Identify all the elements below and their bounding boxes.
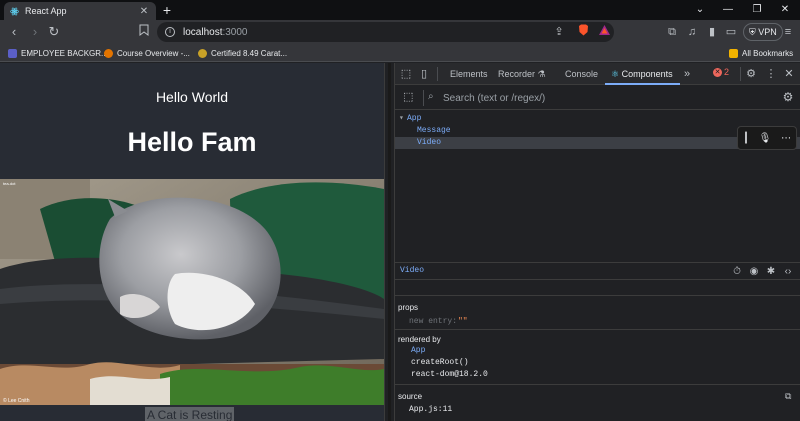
close-devtools-icon[interactable]: ✕ — [782, 66, 796, 82]
error-count-badge[interactable]: ✕ 2 — [713, 67, 729, 77]
bookmark-favicon-icon — [8, 48, 17, 58]
devtools-splitter[interactable] — [384, 63, 395, 421]
bookmark-favicon-icon — [104, 48, 113, 58]
view-source-icon[interactable]: ‹› — [781, 265, 795, 279]
shield-icon: ⛨ — [749, 27, 759, 37]
image-caption: A Cat is Resting — [145, 407, 235, 421]
rendered-by-section: rendered by App createRoot() react-dom@1… — [395, 331, 800, 385]
tab-console[interactable]: Console — [565, 63, 598, 85]
close-icon[interactable]: ✕ — [775, 2, 795, 18]
search-input[interactable] — [443, 89, 763, 107]
tab-title: React App — [25, 6, 67, 16]
bookmark-item[interactable]: EMPLOYEE BACKGR... — [8, 46, 108, 60]
copy-icon[interactable]: ⧉ — [785, 391, 795, 401]
bookmark-favicon-icon — [198, 48, 207, 58]
bookmarks-bar: EMPLOYEE BACKGR... Course Overview -... … — [0, 44, 800, 62]
reload-icon[interactable]: ↻ — [46, 24, 62, 40]
minimize-icon[interactable]: — — [718, 2, 738, 18]
floating-toolbar: ┃ 🎙 ⋯ — [737, 126, 797, 150]
props-section: props new entry: "" — [395, 297, 800, 330]
photo-credit-top: tea-dot — [3, 181, 16, 186]
select-element-icon[interactable]: ⬚ — [403, 90, 417, 106]
selected-component-header: Video ⏱ ◉ ✱ ‹› — [395, 262, 800, 280]
component-settings-icon[interactable]: ⚙ — [781, 90, 795, 106]
chevron-down-icon[interactable]: ⌄ — [690, 2, 710, 18]
rendered-by-app-link[interactable]: App — [411, 346, 425, 355]
rendered-by-react-dom: react-dom@18.2.0 — [411, 370, 488, 379]
photo-credit-bottom: © Lee Cnith — [3, 397, 30, 404]
restore-icon[interactable]: ❐ — [747, 2, 767, 18]
component-search-bar: ⬚ ⌕ ⚙ — [395, 86, 800, 110]
brave-rewards-icon[interactable] — [596, 24, 612, 40]
cursor-icon[interactable]: ┃ — [743, 133, 749, 144]
flask-icon: ⚗ — [537, 69, 546, 79]
new-prop-value[interactable]: "" — [458, 317, 468, 326]
sidebar-icon[interactable]: ▮ — [704, 24, 720, 40]
new-tab-button[interactable]: + — [160, 2, 174, 18]
media-icon[interactable]: ♫ — [684, 24, 700, 40]
stopwatch-icon[interactable]: ⏱ — [730, 265, 744, 279]
forward-icon[interactable]: › — [27, 24, 43, 40]
devtools-tab-bar: ⬚ ▯ Elements Recorder ⚗ Console ⚛ Compon… — [395, 63, 800, 85]
rendered-by-createroot: createRoot() — [411, 358, 469, 367]
cat-video[interactable]: tea-dot © Lee Cnith — [0, 179, 384, 405]
divider — [423, 90, 424, 106]
eye-icon[interactable]: ◉ — [747, 265, 761, 279]
microphone-icon[interactable]: 🎙 — [759, 133, 772, 144]
new-prop-key[interactable]: new entry: — [409, 317, 457, 326]
props-title: props — [398, 303, 419, 312]
page-title: Hello Fam — [127, 127, 257, 157]
ellipsis-icon[interactable]: ⋯ — [781, 133, 791, 144]
tab-components[interactable]: ⚛ Components — [605, 63, 680, 85]
url-text: localhost:3000 — [183, 26, 248, 38]
share-icon[interactable]: ⇪ — [551, 24, 567, 40]
source-section: source ⧉ App.js:11 — [395, 386, 800, 421]
extensions-icon[interactable]: ⧉ — [664, 24, 680, 40]
tab-recorder[interactable]: Recorder ⚗ — [498, 63, 546, 85]
error-icon: ✕ — [713, 67, 722, 77]
back-icon[interactable]: ‹ — [6, 24, 22, 40]
menu-icon[interactable]: ≡ — [780, 24, 796, 40]
brave-shields-icon[interactable] — [575, 24, 591, 41]
folder-icon — [729, 48, 738, 58]
vpn-button[interactable]: ⛨ VPN — [743, 23, 783, 41]
device-toolbar-icon[interactable]: ▯ — [417, 66, 431, 82]
all-bookmarks-button[interactable]: All Bookmarks — [729, 46, 793, 60]
browser-tab[interactable]: React App ✕ — [4, 2, 156, 20]
browser-title-bar: React App ✕ + ⌄ — ❐ ✕ — [0, 0, 800, 20]
source-file-link[interactable]: App.js:11 — [409, 405, 452, 414]
settings-gear-icon[interactable]: ⚙ — [744, 66, 758, 82]
bookmark-item[interactable]: Course Overview -... — [104, 46, 190, 60]
source-title: source — [398, 392, 423, 401]
wallet-icon[interactable]: ▭ — [723, 24, 739, 40]
search-icon: ⌕ — [428, 91, 434, 102]
bookmark-item[interactable]: Certified 8.49 Carat... — [198, 46, 287, 60]
tree-item-app[interactable]: ▾ App — [395, 113, 800, 125]
address-bar[interactable]: i localhost:3000 — [157, 22, 614, 42]
react-icon: ⚛ — [611, 69, 620, 79]
more-options-icon[interactable]: ⋮ — [764, 66, 778, 82]
bug-icon[interactable]: ✱ — [764, 265, 778, 279]
divider — [437, 67, 438, 81]
tab-elements[interactable]: Elements — [450, 63, 488, 85]
divider — [740, 67, 741, 81]
devtools-panel: ⬚ ▯ Elements Recorder ⚗ Console ⚛ Compon… — [395, 63, 800, 421]
message-text: Hello World — [155, 89, 229, 105]
react-favicon-icon — [10, 7, 19, 16]
page-viewport: Hello World Hello Fam tea-dot © Lee Cnit… — [0, 63, 384, 421]
selected-component-name: Video — [400, 266, 425, 275]
bookmark-icon[interactable] — [136, 24, 152, 40]
caret-down-icon[interactable]: ▾ — [399, 113, 407, 125]
inspect-element-icon[interactable]: ⬚ — [399, 66, 413, 82]
tab-close-icon[interactable]: ✕ — [138, 6, 150, 17]
more-tabs-icon[interactable]: » — [680, 66, 694, 82]
splitter-grip — [388, 63, 391, 421]
spacer-block — [395, 286, 800, 296]
site-info-icon[interactable]: i — [165, 27, 175, 37]
browser-toolbar: ‹ › ↻ i localhost:3000 ⇪ ⧉ ♫ ▮ ▭ ⛨ VPN ≡ — [0, 20, 800, 44]
rendered-by-title: rendered by — [398, 335, 441, 344]
